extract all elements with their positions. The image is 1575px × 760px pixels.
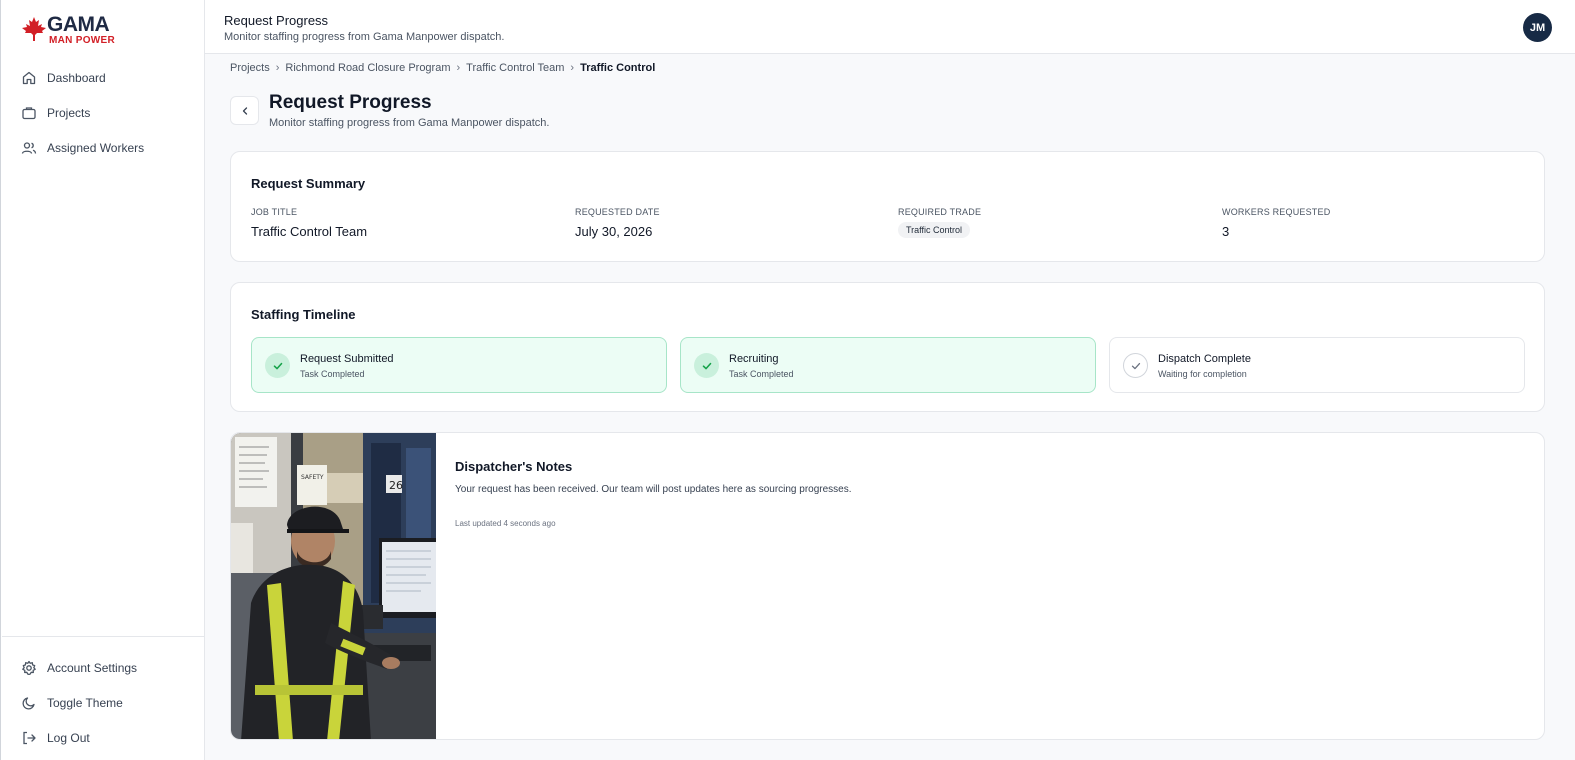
staffing-timeline-card: Staffing Timeline Request Submitted Task… bbox=[230, 282, 1545, 412]
field-value: Traffic Control Team bbox=[251, 224, 368, 239]
summary-required-trade: REQUIRED TRADE Traffic Control bbox=[898, 207, 981, 238]
header-title: Request Progress bbox=[224, 13, 329, 28]
sidebar-divider bbox=[2, 636, 205, 637]
step-status: Task Completed bbox=[300, 369, 365, 379]
timeline-step-request-submitted: Request Submitted Task Completed bbox=[251, 337, 667, 393]
step-status: Task Completed bbox=[729, 369, 794, 379]
notes-body: Your request has been received. Our team… bbox=[455, 484, 852, 495]
sidebar-nav: Dashboard Projects Assigned Workers bbox=[1, 60, 205, 165]
field-label: JOB TITLE bbox=[251, 207, 298, 217]
sidebar-item-label: Dashboard bbox=[47, 70, 106, 85]
sidebar-item-assigned-workers[interactable]: Assigned Workers bbox=[1, 130, 205, 165]
card-title: Dispatcher's Notes bbox=[455, 459, 573, 474]
sidebar-item-label: Account Settings bbox=[47, 660, 138, 675]
breadcrumb-separator: › bbox=[570, 62, 575, 74]
sidebar-item-account-settings[interactable]: Account Settings bbox=[1, 650, 205, 685]
breadcrumb-program[interactable]: Richmond Road Closure Program bbox=[285, 62, 450, 74]
brand-logo[interactable]: GAMA MAN POWER bbox=[21, 14, 121, 46]
brand-subname: MAN POWER bbox=[49, 35, 116, 46]
back-button[interactable] bbox=[230, 96, 259, 125]
sidebar-item-toggle-theme[interactable]: Toggle Theme bbox=[1, 685, 205, 720]
check-icon bbox=[265, 353, 290, 378]
check-icon bbox=[694, 353, 719, 378]
page-subtitle: Monitor staffing progress from Gama Manp… bbox=[269, 117, 550, 129]
briefcase-icon bbox=[22, 106, 36, 119]
sidebar-item-log-out[interactable]: Log Out bbox=[1, 720, 205, 755]
dispatcher-notes-card: 26 SAFETY Dispatcher's Notes Your reques… bbox=[230, 432, 1545, 740]
sidebar-item-label: Log Out bbox=[47, 730, 90, 745]
top-header: Request Progress Monitor staffing progre… bbox=[205, 0, 1575, 54]
summary-requested-date: REQUESTED DATE July 30, 2026 bbox=[575, 207, 660, 239]
logout-icon bbox=[23, 731, 36, 744]
header-subtitle: Monitor staffing progress from Gama Manp… bbox=[224, 31, 505, 43]
breadcrumb-projects[interactable]: Projects bbox=[230, 62, 270, 74]
breadcrumb-separator: › bbox=[275, 62, 280, 74]
gear-icon bbox=[22, 660, 36, 675]
svg-text:SAFETY: SAFETY bbox=[301, 474, 324, 481]
check-outline-icon bbox=[1123, 353, 1148, 378]
breadcrumb: Projects › Richmond Road Closure Program… bbox=[230, 62, 655, 74]
sidebar: GAMA MAN POWER Dashboard Projects Assign… bbox=[0, 0, 205, 760]
home-icon bbox=[22, 71, 36, 84]
user-avatar[interactable]: JM bbox=[1523, 13, 1552, 42]
trade-badge: Traffic Control bbox=[898, 222, 971, 238]
step-title: Recruiting bbox=[729, 353, 779, 365]
sidebar-bottom-nav: Account Settings Toggle Theme Log Out bbox=[1, 650, 205, 755]
maple-leaf-icon bbox=[22, 17, 46, 41]
moon-icon bbox=[22, 696, 35, 710]
breadcrumb-team[interactable]: Traffic Control Team bbox=[466, 62, 564, 74]
sidebar-item-dashboard[interactable]: Dashboard bbox=[1, 60, 205, 95]
sidebar-item-projects[interactable]: Projects bbox=[1, 95, 205, 130]
step-status: Waiting for completion bbox=[1158, 369, 1247, 379]
users-icon bbox=[21, 141, 37, 154]
step-title: Dispatch Complete bbox=[1158, 353, 1251, 365]
field-value: 3 bbox=[1222, 224, 1230, 239]
field-label: WORKERS REQUESTED bbox=[1222, 207, 1331, 217]
chevron-left-icon bbox=[242, 106, 247, 115]
timeline-step-recruiting: Recruiting Task Completed bbox=[680, 337, 1096, 393]
step-title: Request Submitted bbox=[300, 353, 394, 365]
card-title: Request Summary bbox=[251, 176, 366, 191]
brand-name: GAMA bbox=[47, 13, 110, 36]
notes-last-updated: Last updated 4 seconds ago bbox=[455, 519, 556, 528]
summary-workers-requested: WORKERS REQUESTED 3 bbox=[1222, 207, 1330, 239]
field-label: REQUESTED DATE bbox=[575, 207, 660, 217]
sidebar-item-label: Toggle Theme bbox=[47, 695, 123, 710]
breadcrumb-current: Traffic Control bbox=[580, 62, 656, 74]
sidebar-item-label: Assigned Workers bbox=[47, 140, 145, 155]
svg-text:26: 26 bbox=[389, 479, 403, 492]
timeline-step-dispatch-complete: Dispatch Complete Waiting for completion bbox=[1109, 337, 1525, 393]
summary-job-title: JOB TITLE Traffic Control Team bbox=[251, 207, 367, 239]
page-title: Request Progress bbox=[269, 92, 432, 113]
request-summary-card: Request Summary JOB TITLE Traffic Contro… bbox=[230, 151, 1545, 262]
breadcrumb-separator: › bbox=[456, 62, 461, 74]
card-title: Staffing Timeline bbox=[251, 307, 356, 322]
sidebar-item-label: Projects bbox=[47, 105, 91, 120]
field-label: REQUIRED TRADE bbox=[898, 207, 982, 217]
dispatcher-photo: 26 SAFETY bbox=[231, 433, 436, 739]
field-value: July 30, 2026 bbox=[575, 224, 653, 239]
